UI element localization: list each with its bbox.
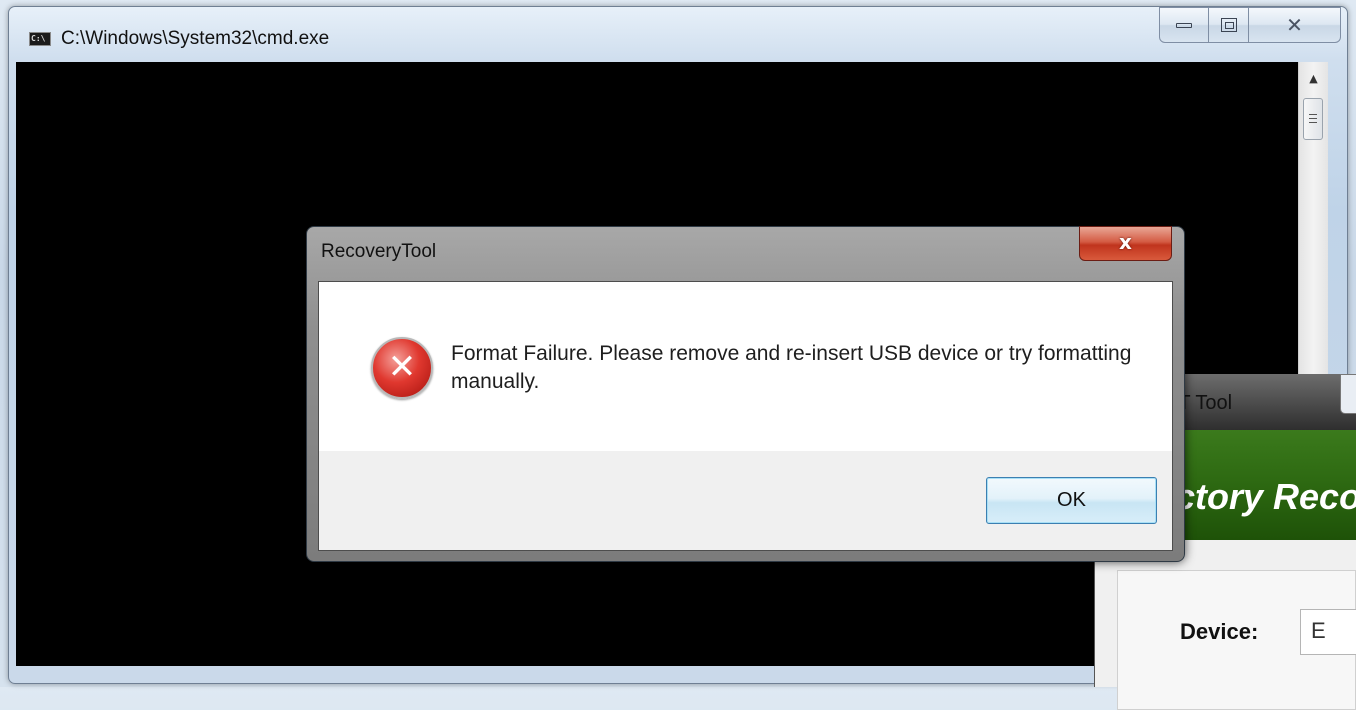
grip-line <box>1309 114 1317 115</box>
error-message: Format Failure. Please remove and re-ins… <box>451 342 1132 393</box>
grip-line <box>1309 118 1317 119</box>
error-x-glyph: ✕ <box>387 347 417 387</box>
minimize-button[interactable] <box>1159 7 1209 43</box>
error-icon: ✕ <box>371 337 433 399</box>
message-area: ✕ Format Failure. Please remove and re-i… <box>319 282 1172 451</box>
maximize-button[interactable] <box>1209 7 1249 43</box>
window-title: C:\Windows\System32\cmd.exe <box>61 28 330 49</box>
caption-buttons: ✕ <box>1159 7 1341 45</box>
error-dialog: RecoveryTool x ✕ Format Failure. Please … <box>306 226 1185 562</box>
ok-button[interactable]: OK <box>986 477 1157 524</box>
device-panel: Device: E <box>1117 570 1356 710</box>
close-icon: ✕ <box>1286 13 1303 37</box>
minimize-icon <box>1176 22 1192 28</box>
device-select[interactable]: E <box>1300 609 1356 655</box>
device-label: Device: <box>1180 619 1259 644</box>
dialog-title: RecoveryTool <box>321 241 437 262</box>
tool-minimize-button[interactable] <box>1340 374 1356 414</box>
maximize-icon <box>1220 18 1237 32</box>
grip-line <box>1309 122 1317 123</box>
close-button[interactable]: ✕ <box>1249 7 1341 43</box>
cmd-app-icon[interactable]: C:\ <box>29 32 51 46</box>
scroll-thumb[interactable] <box>1303 98 1323 140</box>
banner-text: ctory Reco <box>1175 476 1356 517</box>
cmd-titlebar[interactable]: C:\ C:\Windows\System32\cmd.exe ✕ <box>9 7 1347 69</box>
dialog-body: ✕ Format Failure. Please remove and re-i… <box>318 281 1173 551</box>
dialog-close-button[interactable]: x <box>1079 226 1172 261</box>
scroll-up-arrow-icon[interactable]: ▲ <box>1299 70 1328 88</box>
close-icon: x <box>1119 230 1132 254</box>
button-area: OK <box>319 451 1172 550</box>
